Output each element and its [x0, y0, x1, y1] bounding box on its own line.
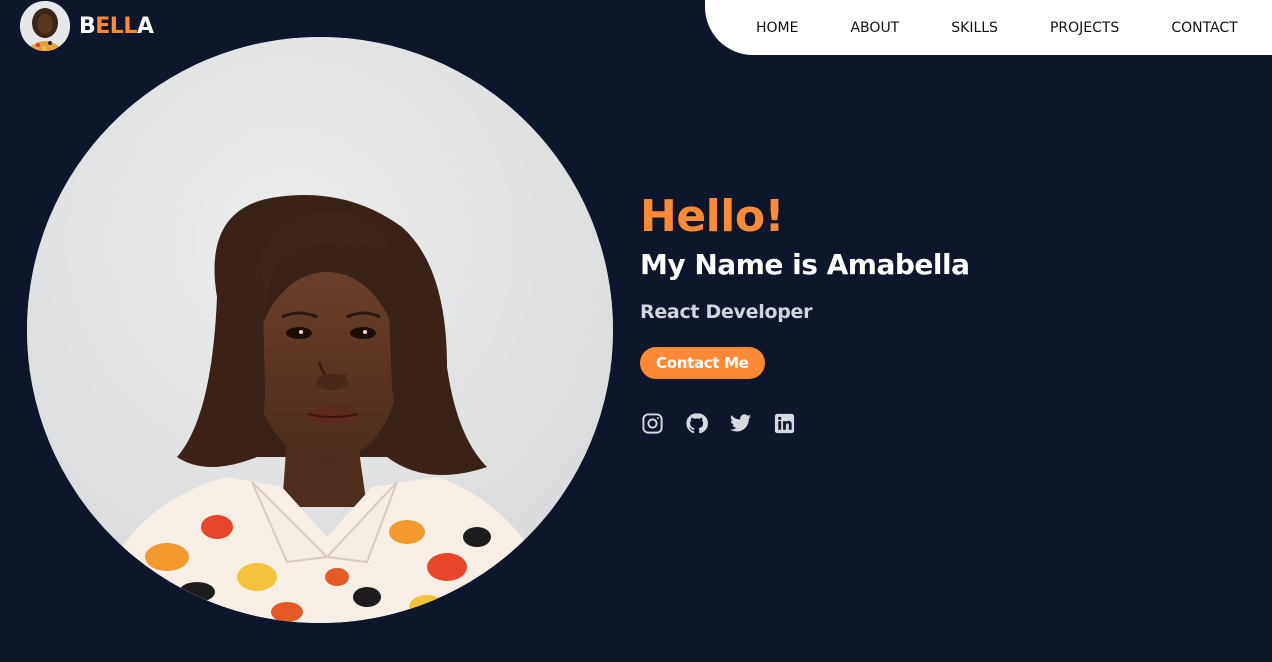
site-logo[interactable]: BELLA	[20, 1, 154, 51]
contact-me-button[interactable]: Contact Me	[640, 347, 765, 379]
logo-text-end: A	[136, 13, 154, 39]
logo-avatar	[20, 1, 70, 51]
nav-projects[interactable]: PROJECTS	[1050, 20, 1119, 36]
instagram-icon[interactable]	[640, 411, 664, 435]
hero-role: React Developer	[640, 301, 813, 323]
hero-text-block: Hello! My Name is Amabella React Develop…	[640, 190, 970, 435]
nav-about[interactable]: ABOUT	[850, 20, 899, 36]
social-links	[640, 411, 969, 435]
nav-skills[interactable]: SKILLS	[951, 20, 998, 36]
logo-text-accent: ELL	[95, 13, 137, 39]
hero-name: My Name is Amabella	[640, 248, 970, 281]
logo-text-start: B	[79, 13, 96, 39]
logo-text: BELLA	[79, 13, 154, 39]
linkedin-icon[interactable]	[772, 411, 796, 435]
hero-greeting: Hello!	[640, 191, 785, 242]
twitter-icon[interactable]	[728, 411, 752, 435]
github-icon[interactable]	[684, 411, 708, 435]
nav-home[interactable]: HOME	[756, 20, 798, 36]
nav-contact[interactable]: CONTACT	[1171, 20, 1237, 36]
main-nav: HOME ABOUT SKILLS PROJECTS CONTACT	[705, 0, 1272, 55]
hero-portrait	[27, 37, 613, 623]
